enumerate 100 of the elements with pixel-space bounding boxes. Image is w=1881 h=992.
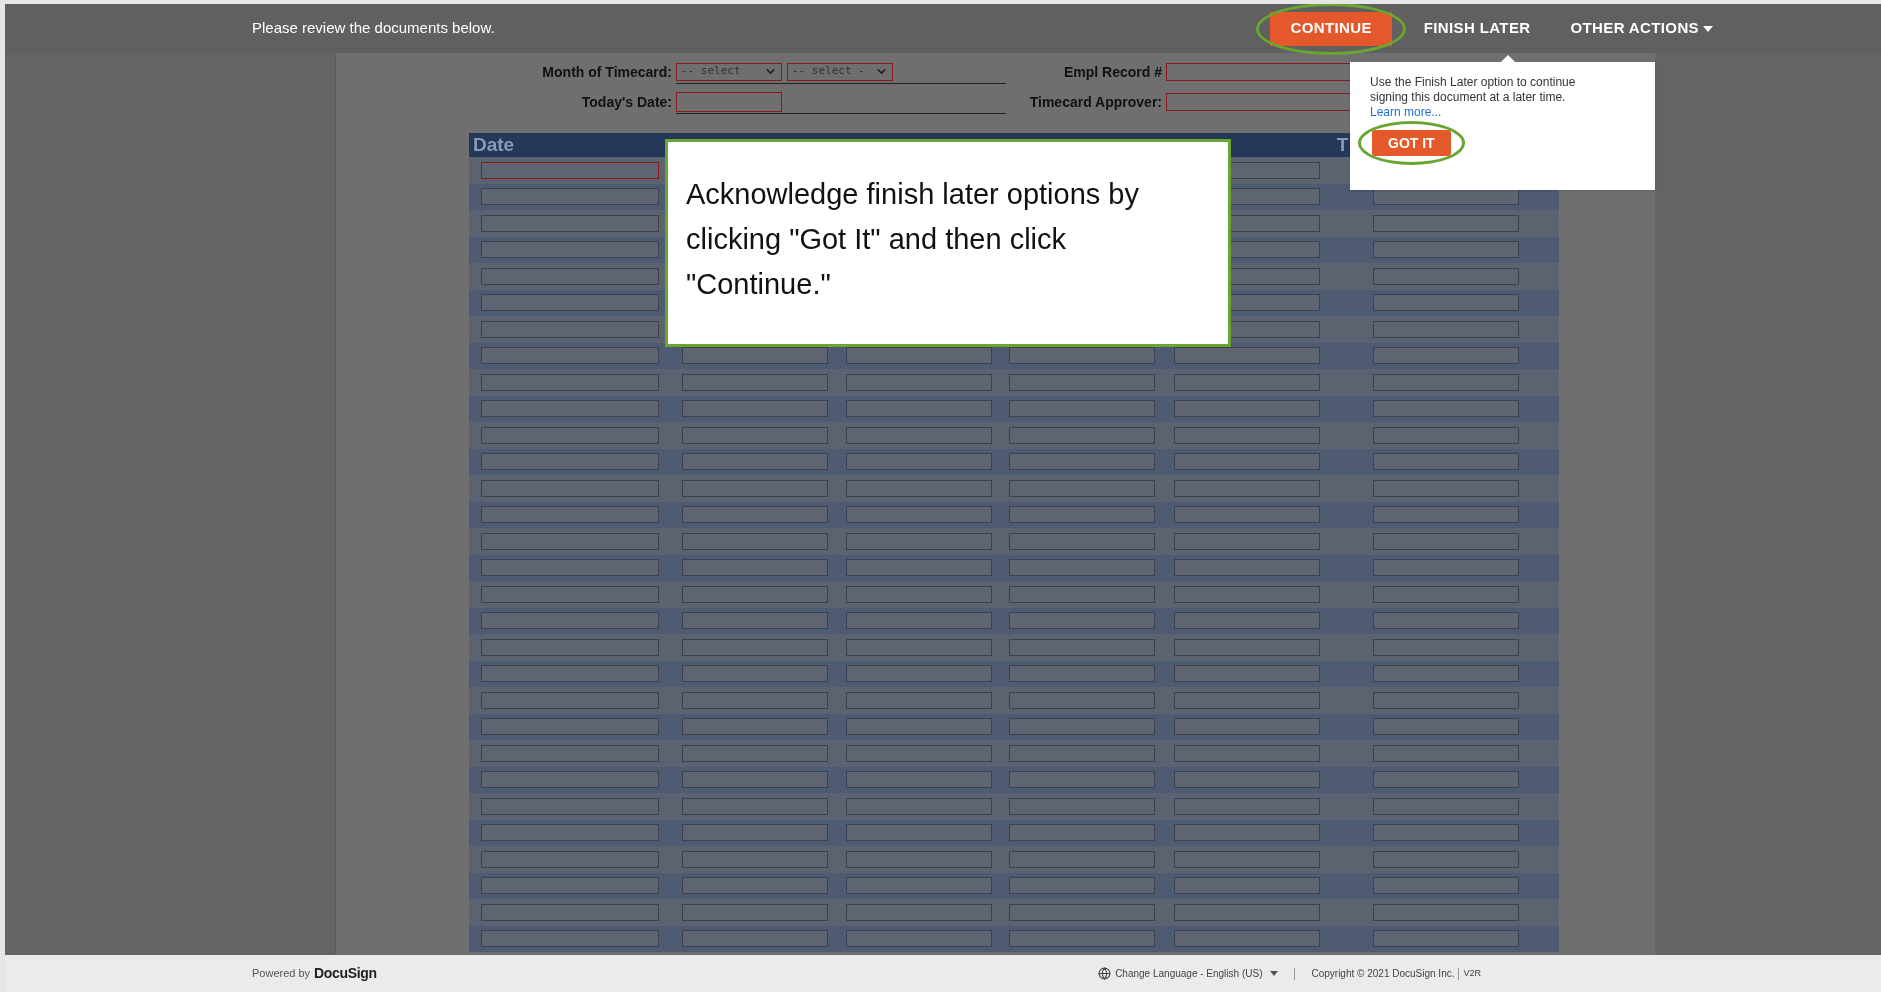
table-input[interactable] xyxy=(681,877,828,895)
table-input[interactable] xyxy=(481,559,660,577)
table-input[interactable] xyxy=(1174,559,1321,577)
table-input[interactable] xyxy=(845,824,992,842)
table-input[interactable] xyxy=(845,691,992,709)
table-input[interactable] xyxy=(481,585,660,603)
table-input[interactable] xyxy=(481,214,660,232)
table-input[interactable] xyxy=(1372,294,1519,312)
table-input[interactable] xyxy=(1174,665,1321,683)
table-input[interactable] xyxy=(681,612,828,630)
table-input[interactable] xyxy=(1372,903,1519,921)
table-input[interactable] xyxy=(1174,400,1321,418)
table-input[interactable] xyxy=(481,744,660,762)
table-input[interactable] xyxy=(1008,532,1155,550)
table-input[interactable] xyxy=(681,824,828,842)
table-input[interactable] xyxy=(681,347,828,365)
table-input[interactable] xyxy=(681,559,828,577)
table-input[interactable] xyxy=(681,585,828,603)
table-input[interactable] xyxy=(1174,850,1321,868)
table-input[interactable] xyxy=(1174,877,1321,895)
table-input[interactable] xyxy=(681,691,828,709)
table-input[interactable] xyxy=(1174,347,1321,365)
table-input[interactable] xyxy=(1008,426,1155,444)
table-input[interactable] xyxy=(1174,532,1321,550)
table-input[interactable] xyxy=(1372,638,1519,656)
table-input[interactable] xyxy=(681,903,828,921)
table-input[interactable] xyxy=(1008,930,1155,948)
month-select[interactable]: -- select - xyxy=(787,62,893,81)
table-input[interactable] xyxy=(845,797,992,815)
table-input[interactable] xyxy=(1008,347,1155,365)
table-input[interactable] xyxy=(1008,718,1155,736)
table-input[interactable] xyxy=(1372,241,1519,259)
table-input[interactable] xyxy=(1372,877,1519,895)
table-input[interactable] xyxy=(1174,824,1321,842)
table-input[interactable] xyxy=(681,400,828,418)
table-input[interactable] xyxy=(681,930,828,948)
table-input[interactable] xyxy=(1174,453,1321,471)
table-input[interactable] xyxy=(1174,426,1321,444)
table-input[interactable] xyxy=(481,320,660,338)
table-input[interactable] xyxy=(845,506,992,524)
table-input[interactable] xyxy=(681,426,828,444)
table-input[interactable] xyxy=(1372,612,1519,630)
table-input[interactable] xyxy=(1372,479,1519,497)
table-input[interactable] xyxy=(1008,744,1155,762)
table-input[interactable] xyxy=(1372,691,1519,709)
table-input[interactable] xyxy=(681,850,828,868)
table-input[interactable] xyxy=(1174,930,1321,948)
table-input[interactable] xyxy=(1372,665,1519,683)
table-input[interactable] xyxy=(481,294,660,312)
table-input[interactable] xyxy=(681,718,828,736)
table-input[interactable] xyxy=(1174,903,1321,921)
table-input[interactable] xyxy=(481,877,660,895)
table-input[interactable] xyxy=(1372,214,1519,232)
table-input[interactable] xyxy=(481,373,660,391)
table-input[interactable] xyxy=(845,585,992,603)
continue-button[interactable]: CONTINUE xyxy=(1270,11,1392,46)
table-input[interactable] xyxy=(1008,559,1155,577)
table-input[interactable] xyxy=(845,373,992,391)
table-input[interactable] xyxy=(1174,797,1321,815)
table-input[interactable] xyxy=(1008,691,1155,709)
table-input[interactable] xyxy=(1372,506,1519,524)
table-input[interactable] xyxy=(1008,824,1155,842)
table-input[interactable] xyxy=(1174,585,1321,603)
table-input[interactable] xyxy=(481,930,660,948)
table-input[interactable] xyxy=(1372,744,1519,762)
month-select[interactable]: -- select xyxy=(676,62,782,81)
table-input[interactable] xyxy=(481,267,660,285)
table-input[interactable] xyxy=(681,797,828,815)
table-input[interactable] xyxy=(845,665,992,683)
table-input[interactable] xyxy=(1008,850,1155,868)
finish-later-button[interactable]: FINISH LATER xyxy=(1415,11,1539,46)
table-input[interactable] xyxy=(1372,347,1519,365)
table-input[interactable] xyxy=(481,638,660,656)
table-input[interactable] xyxy=(481,850,660,868)
table-input[interactable] xyxy=(1008,373,1155,391)
table-input[interactable] xyxy=(1372,930,1519,948)
table-input[interactable] xyxy=(1372,320,1519,338)
table-input[interactable] xyxy=(1372,718,1519,736)
table-input[interactable] xyxy=(845,718,992,736)
table-input[interactable] xyxy=(681,373,828,391)
table-input[interactable] xyxy=(1174,691,1321,709)
table-input[interactable] xyxy=(1372,559,1519,577)
table-input[interactable] xyxy=(681,771,828,789)
table-input[interactable] xyxy=(481,188,660,206)
table-input[interactable] xyxy=(845,744,992,762)
table-input[interactable] xyxy=(845,400,992,418)
table-input[interactable] xyxy=(1008,771,1155,789)
table-input[interactable] xyxy=(481,612,660,630)
table-input[interactable] xyxy=(481,347,660,365)
table-input[interactable] xyxy=(1372,373,1519,391)
table-input[interactable] xyxy=(1174,479,1321,497)
table-input[interactable] xyxy=(1174,373,1321,391)
table-input[interactable] xyxy=(845,532,992,550)
table-input[interactable] xyxy=(481,691,660,709)
table-input[interactable] xyxy=(481,532,660,550)
table-input[interactable] xyxy=(1372,850,1519,868)
table-input[interactable] xyxy=(1008,877,1155,895)
change-language-menu[interactable]: Change Language - English (US) xyxy=(1115,966,1279,981)
table-input[interactable] xyxy=(845,930,992,948)
table-input[interactable] xyxy=(481,241,660,259)
